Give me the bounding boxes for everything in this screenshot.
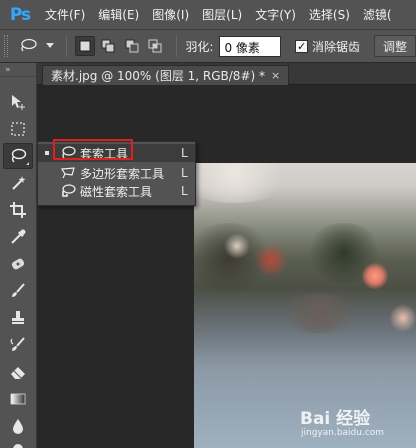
eyedropper-tool[interactable] xyxy=(3,224,33,250)
menu-bar: Ps 文件(F) 编辑(E) 图像(I) 图层(L) 文字(Y) 选择(S) 滤… xyxy=(0,0,416,30)
antialias-label: 消除锯齿 xyxy=(311,39,360,54)
menu-filter[interactable]: 滤镜( xyxy=(363,6,392,23)
flyout-item-label: 磁性套索工具 xyxy=(80,184,153,199)
bokeh-light xyxy=(390,303,416,333)
blur-drop-icon xyxy=(13,419,23,434)
brush-tool[interactable] xyxy=(3,278,33,304)
photoshop-logo: Ps xyxy=(9,4,31,25)
eraser-tool[interactable] xyxy=(3,359,33,385)
menu-edit[interactable]: 编辑(E) xyxy=(98,6,139,23)
feather-label: 羽化: xyxy=(185,39,214,54)
history-brush-icon xyxy=(10,337,25,351)
brush-icon xyxy=(12,283,25,297)
bokeh-light xyxy=(194,163,294,203)
flyout-item-polygonal-lasso[interactable]: 多边形套索工具 L xyxy=(38,164,195,182)
lasso-icon xyxy=(11,148,27,163)
clone-stamp-tool[interactable] xyxy=(3,305,33,331)
clone-stamp-icon xyxy=(12,311,24,324)
spot-healing-tool[interactable] xyxy=(3,251,33,277)
eraser-icon xyxy=(11,367,25,379)
move-tool[interactable] xyxy=(3,89,33,115)
intersect-with-selection-icon xyxy=(148,39,162,53)
selected-bullet-icon xyxy=(45,151,49,155)
crop-icon xyxy=(10,202,26,218)
document-tab-title: 素材.jpg @ 100% (图层 1, RGB/8#) * xyxy=(51,69,265,83)
flyout-item-shortcut: L xyxy=(181,146,188,160)
new-selection-button[interactable] xyxy=(75,36,95,56)
rectangular-marquee-tool[interactable] xyxy=(3,116,33,142)
gradient-tool[interactable] xyxy=(3,386,33,412)
marquee-icon xyxy=(11,122,25,136)
feather-input[interactable]: 0 像素 xyxy=(219,35,282,57)
bokeh-light xyxy=(224,233,250,259)
flyout-item-magnetic-lasso[interactable]: 磁性套索工具 L xyxy=(38,182,195,200)
close-tab-icon[interactable]: × xyxy=(271,69,280,82)
gradient-icon xyxy=(10,393,26,405)
new-selection-icon xyxy=(79,40,91,52)
lasso-tool[interactable] xyxy=(3,143,33,169)
options-bar-grip[interactable] xyxy=(4,35,8,57)
move-icon xyxy=(12,95,25,110)
menu-select[interactable]: 选择(S) xyxy=(309,6,350,23)
polygonal-lasso-icon xyxy=(59,165,77,181)
dodge-tool[interactable] xyxy=(3,437,33,448)
divider xyxy=(176,35,178,57)
document-tab-strip: 素材.jpg @ 100% (图层 1, RGB/8#) * × xyxy=(37,63,416,85)
divider xyxy=(66,35,68,57)
dodge-icon xyxy=(13,444,23,448)
options-bar: 羽化: 0 像素 ✓ 消除锯齿 调整 xyxy=(0,30,416,63)
watermark-logo: Bai 经验 xyxy=(300,409,371,429)
refine-edge-button[interactable]: 调整 xyxy=(373,35,416,57)
menu-file[interactable]: 文件(F) xyxy=(45,6,85,23)
bokeh-light xyxy=(362,263,388,289)
magnetic-lasso-icon xyxy=(59,183,77,199)
bokeh-light xyxy=(254,243,288,277)
lasso-icon xyxy=(21,38,37,52)
menu-type[interactable]: 文字(Y) xyxy=(255,6,296,23)
document-tab[interactable]: 素材.jpg @ 100% (图层 1, RGB/8#) * × xyxy=(42,65,290,85)
tools-panel: » xyxy=(0,63,37,448)
antialias-checkbox[interactable]: ✓ xyxy=(295,39,308,53)
highlight-annotation-box xyxy=(53,139,133,160)
spot-healing-icon xyxy=(11,258,25,270)
chevron-down-icon xyxy=(46,43,55,48)
watermark-url: jingyan.baidu.com xyxy=(301,428,385,438)
document-area: 素材.jpg @ 100% (图层 1, RGB/8#) * × xyxy=(37,63,416,448)
flyout-item-shortcut: L xyxy=(181,166,188,180)
history-brush-tool[interactable] xyxy=(3,332,33,358)
blur-tool[interactable] xyxy=(3,413,33,439)
add-to-selection-icon xyxy=(101,39,115,53)
subtract-from-selection-button[interactable] xyxy=(122,36,141,56)
add-to-selection-button[interactable] xyxy=(99,36,118,56)
tool-preset-picker[interactable] xyxy=(14,34,59,58)
magic-wand-tool[interactable] xyxy=(3,170,33,196)
bokeh-light xyxy=(274,293,364,333)
subtract-from-selection-icon xyxy=(125,39,139,53)
flyout-item-label: 多边形套索工具 xyxy=(80,166,165,181)
flyout-item-shortcut: L xyxy=(181,184,188,198)
crop-tool[interactable] xyxy=(3,197,33,223)
tools-panel-collapse[interactable]: » xyxy=(0,63,36,77)
menu-layer[interactable]: 图层(L) xyxy=(202,6,242,23)
menu-image[interactable]: 图像(I) xyxy=(152,6,189,23)
magic-wand-icon xyxy=(12,176,26,190)
intersect-with-selection-button[interactable] xyxy=(145,36,164,56)
tool-group-indicator xyxy=(26,162,29,165)
eyedropper-icon xyxy=(11,229,26,244)
